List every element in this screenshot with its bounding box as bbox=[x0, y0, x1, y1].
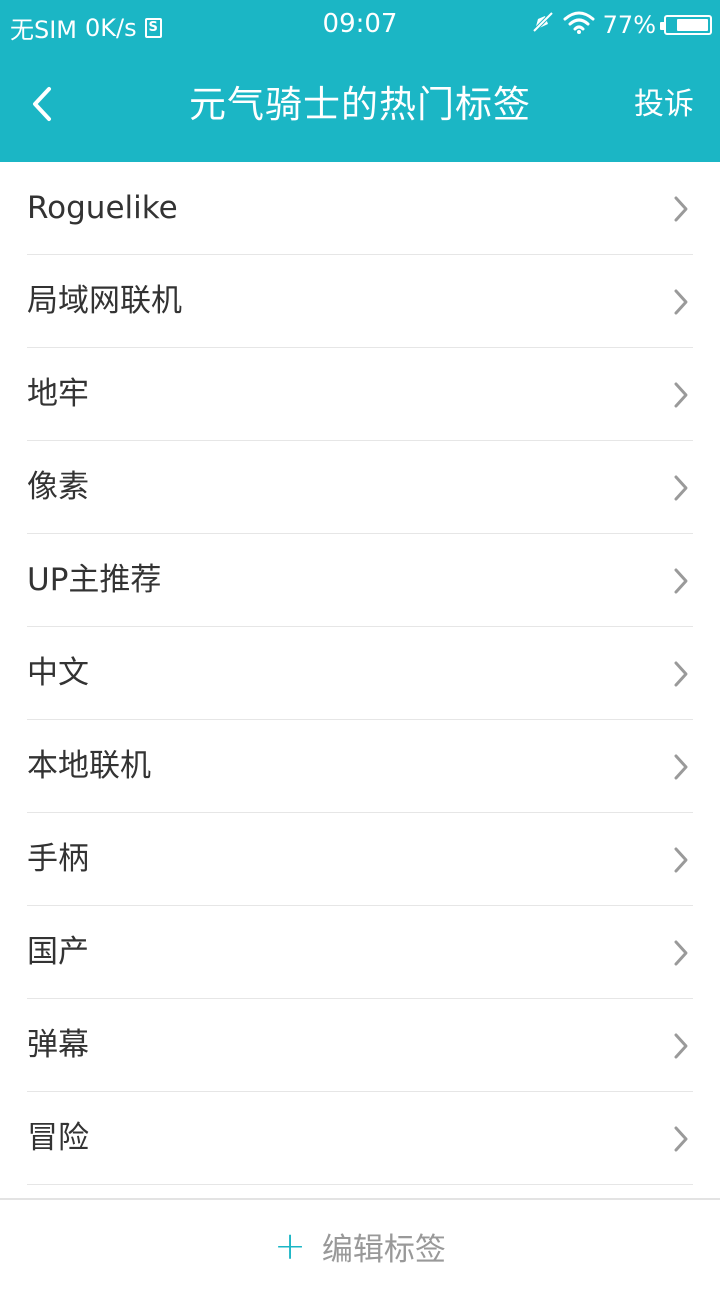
chevron-right-icon bbox=[674, 382, 688, 408]
mute-icon bbox=[531, 10, 555, 40]
tag-label: 冒险 bbox=[27, 1120, 89, 1156]
chevron-right-icon bbox=[674, 661, 688, 687]
tag-list-item[interactable]: Roguelike bbox=[27, 162, 693, 255]
status-bar: 无SIM 0K/s S 09:07 77% bbox=[0, 0, 720, 50]
tag-list: Roguelike 局域网联机 地牢 像素 UP主推荐 中文 本地联机 手柄 国… bbox=[0, 162, 720, 1185]
tag-list-item[interactable]: 本地联机 bbox=[27, 720, 693, 813]
tag-list-item[interactable]: 局域网联机 bbox=[27, 255, 693, 348]
tag-label: 局域网联机 bbox=[27, 283, 182, 319]
report-button[interactable]: 投诉 bbox=[634, 84, 694, 126]
status-right: 77% bbox=[531, 10, 712, 40]
tag-list-item[interactable]: 地牢 bbox=[27, 348, 693, 441]
edit-tags-label: 编辑标签 bbox=[321, 1231, 446, 1268]
tag-label: 手柄 bbox=[27, 841, 89, 877]
tag-label: 像素 bbox=[27, 469, 89, 505]
battery-fill bbox=[677, 19, 708, 31]
edit-tags-button[interactable]: + 编辑标签 bbox=[274, 1224, 446, 1269]
nav-bar: 元气骑士的热门标签 投诉 bbox=[0, 50, 720, 162]
tag-label: 中文 bbox=[27, 655, 89, 691]
tag-list-item[interactable]: 弹幕 bbox=[27, 999, 693, 1092]
tag-list-item[interactable]: 像素 bbox=[27, 441, 693, 534]
plus-icon: + bbox=[274, 1224, 306, 1268]
tag-label: 地牢 bbox=[27, 376, 89, 412]
tag-label: Roguelike bbox=[27, 190, 178, 226]
chevron-right-icon bbox=[674, 847, 688, 873]
tag-label: UP主推荐 bbox=[27, 562, 162, 598]
tag-list-item[interactable]: 冒险 bbox=[27, 1092, 693, 1185]
tag-label: 本地联机 bbox=[27, 748, 151, 784]
tag-label: 国产 bbox=[27, 934, 89, 970]
tag-list-item[interactable]: 国产 bbox=[27, 906, 693, 999]
battery-cap bbox=[660, 22, 664, 30]
tag-list-item[interactable]: 中文 bbox=[27, 627, 693, 720]
chevron-right-icon bbox=[674, 568, 688, 594]
tag-list-item[interactable]: 手柄 bbox=[27, 813, 693, 906]
chevron-right-icon bbox=[674, 754, 688, 780]
tag-list-item[interactable]: UP主推荐 bbox=[27, 534, 693, 627]
chevron-right-icon bbox=[674, 475, 688, 501]
footer-bar: + 编辑标签 bbox=[0, 1198, 720, 1292]
wifi-icon bbox=[563, 10, 595, 40]
battery-icon bbox=[660, 15, 712, 35]
battery-percent: 77% bbox=[602, 11, 656, 39]
chevron-right-icon bbox=[674, 196, 688, 222]
app-header: 无SIM 0K/s S 09:07 77% 元气骑士的热门标签 投诉 bbox=[0, 0, 720, 162]
chevron-right-icon bbox=[674, 940, 688, 966]
chevron-right-icon bbox=[674, 289, 688, 315]
tag-label: 弹幕 bbox=[27, 1027, 89, 1063]
chevron-right-icon bbox=[674, 1126, 688, 1152]
page-title: 元气骑士的热门标签 bbox=[189, 83, 531, 126]
chevron-right-icon bbox=[674, 1033, 688, 1059]
